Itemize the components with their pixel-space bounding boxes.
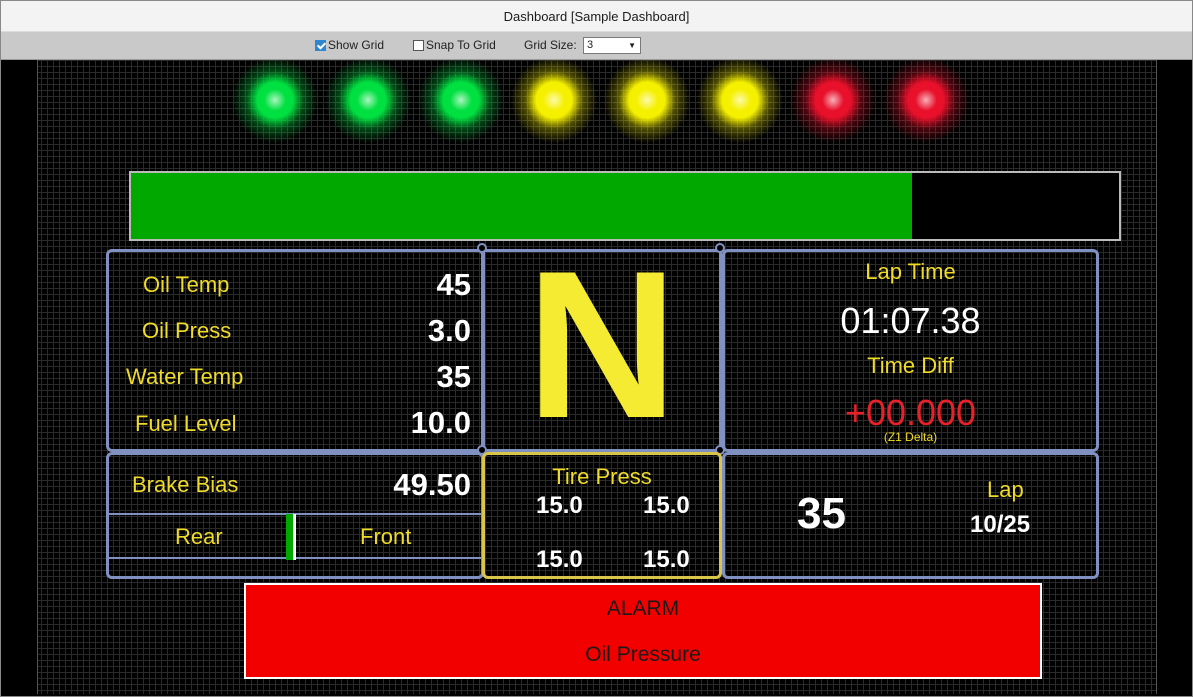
brake-bias-rear-label: Rear — [175, 524, 223, 549]
alarm-banner[interactable]: ALARM Oil Pressure — [244, 583, 1042, 679]
window-titlebar[interactable]: Dashboard [Sample Dashboard] — [1, 1, 1192, 32]
dashboard-window: Dashboard [Sample Dashboard] Show Grid S… — [0, 0, 1193, 697]
lap-time-value: 01:07.38 — [840, 300, 981, 341]
grid-size-select[interactable]: 3 ▼ — [583, 37, 641, 54]
resize-handle[interactable] — [477, 243, 487, 253]
gear-indicator: N — [526, 227, 678, 462]
tire-press-fl: 15.0 — [536, 492, 583, 519]
lap-time-panel[interactable]: Lap Time 01:07.38 Time Diff +00.000 (Z1 … — [722, 249, 1099, 452]
shift-light-core — [633, 86, 661, 114]
shift-light-core — [819, 86, 847, 114]
shift-light-icon — [509, 60, 599, 145]
tire-press-rl: 15.0 — [536, 546, 583, 573]
brake-bias-marker[interactable] — [286, 514, 296, 560]
sensor-value-water-temp: 35 — [436, 359, 471, 394]
shift-light-core — [540, 86, 568, 114]
time-diff-label: Time Diff — [867, 353, 954, 378]
time-diff-value: +00.000 — [844, 392, 977, 433]
lap-panel[interactable]: 35 Lap 10/25 — [722, 452, 1099, 579]
grid-size-label: Grid Size: — [524, 38, 577, 52]
grid-size-value: 3 — [587, 39, 594, 51]
sensor-label-oil-temp: Oil Temp — [143, 272, 230, 297]
shift-light-icon — [881, 60, 971, 145]
snap-to-grid-label: Snap To Grid — [426, 38, 496, 52]
shift-light-icon — [602, 60, 692, 145]
checkbox-checked-icon[interactable] — [315, 39, 326, 51]
sensor-value-fuel-level: 10.0 — [410, 405, 471, 440]
sensor-value-oil-press: 3.0 — [427, 313, 471, 348]
dashboard-canvas[interactable]: Oil Temp 45 Oil Press 3.0 Water Temp 35 … — [5, 60, 1190, 694]
tire-press-label: Tire Press — [552, 464, 652, 489]
lap-big-value: 35 — [797, 489, 846, 538]
gear-panel[interactable]: N — [482, 240, 722, 452]
grid-size-label-wrap: Grid Size: — [524, 38, 577, 52]
brake-bias-front-label: Front — [360, 524, 412, 549]
canvas-edge-left — [37, 60, 38, 694]
lap-time-label: Lap Time — [865, 259, 956, 284]
canvas-edge-right — [1156, 60, 1157, 694]
checkbox-unchecked-icon[interactable] — [413, 39, 424, 51]
shift-light-icon — [323, 60, 413, 145]
lap-count: 10/25 — [970, 511, 1031, 538]
rpm-bar-fill — [131, 173, 912, 239]
shift-light-core — [261, 86, 289, 114]
window-title: Dashboard [Sample Dashboard] — [503, 8, 690, 24]
shift-light-core — [912, 86, 940, 114]
shift-light-core — [726, 86, 754, 114]
shift-light-icon — [695, 60, 785, 145]
lap-label: Lap — [987, 477, 1024, 502]
show-grid-label: Show Grid — [328, 38, 385, 52]
brake-bias-slider[interactable]: Rear Front — [109, 513, 481, 560]
shift-light-icon — [788, 60, 878, 145]
sensor-label-fuel-level: Fuel Level — [135, 411, 237, 436]
toolbar: Show Grid Snap To Grid Grid Size: 3 ▼ — [1, 32, 1192, 60]
tire-press-rr: 15.0 — [643, 546, 690, 573]
sensor-label-oil-press: Oil Press — [142, 318, 232, 343]
shift-light-icon — [416, 60, 506, 145]
canvas-margin-left — [5, 60, 37, 694]
alarm-message: Oil Pressure — [585, 643, 701, 666]
show-grid-checkbox[interactable]: Show Grid — [315, 38, 384, 52]
tire-press-fr: 15.0 — [643, 492, 690, 519]
shift-light-core — [447, 86, 475, 114]
brake-bias-panel[interactable]: Brake Bias 49.50 Rear Front — [106, 452, 484, 579]
chevron-down-icon: ▼ — [628, 41, 636, 50]
alarm-title: ALARM — [606, 597, 680, 620]
brake-bias-value: 49.50 — [393, 467, 471, 502]
sensor-label-water-temp: Water Temp — [126, 364, 244, 389]
sensors-panel[interactable]: Oil Temp 45 Oil Press 3.0 Water Temp 35 … — [106, 249, 484, 452]
brake-bias-label: Brake Bias — [132, 472, 239, 497]
sensor-value-oil-temp: 45 — [436, 267, 471, 302]
canvas-margin-right — [1157, 60, 1190, 694]
tire-press-panel[interactable]: Tire Press 15.0 15.0 15.0 15.0 — [482, 452, 722, 579]
snap-to-grid-checkbox[interactable]: Snap To Grid — [413, 38, 496, 52]
shift-light-icon — [230, 60, 320, 145]
time-diff-note: (Z1 Delta) — [883, 430, 938, 444]
shift-light-core — [354, 86, 382, 114]
